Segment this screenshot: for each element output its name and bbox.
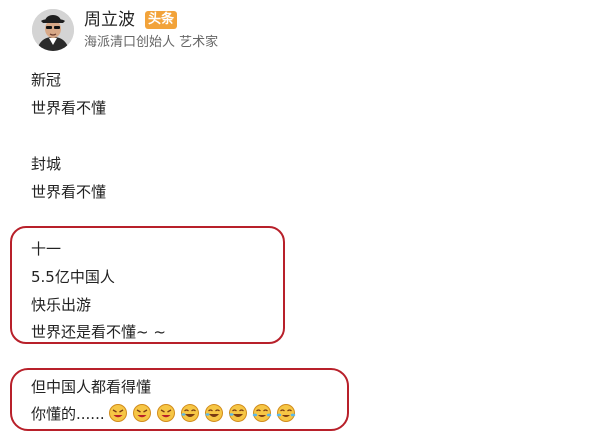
crying-laughing-face-icon [252, 404, 272, 422]
post-line: 新冠 [31, 71, 62, 89]
angry-face-icon [109, 404, 127, 422]
emoji-row [107, 403, 297, 423]
avatar[interactable] [32, 9, 74, 51]
crying-laughing-face-icon [276, 404, 296, 422]
laughing-face-icon [229, 404, 247, 422]
post-line: 你懂的...... [31, 405, 105, 423]
post-line: 封城 [31, 155, 62, 173]
laughing-face-icon [181, 404, 199, 422]
platform-badge: 头条 [145, 11, 178, 29]
post-line: 5.5亿中国人 [31, 268, 115, 286]
laughing-face-icon [205, 404, 223, 422]
post-line: 世界看不懂 [31, 99, 107, 117]
post-line: 十一 [31, 240, 62, 258]
author-description: 海派清口创始人 艺术家 [84, 35, 219, 50]
post-line: 世界还是看不懂~ ~ [31, 323, 166, 341]
post-line: 但中国人都看得懂 [31, 378, 152, 396]
post-line: 快乐出游 [31, 296, 92, 314]
angry-face-icon [157, 404, 175, 422]
author-name[interactable]: 周立波 [84, 10, 135, 30]
post-line: 世界看不懂 [31, 183, 107, 201]
angry-face-icon [133, 404, 151, 422]
